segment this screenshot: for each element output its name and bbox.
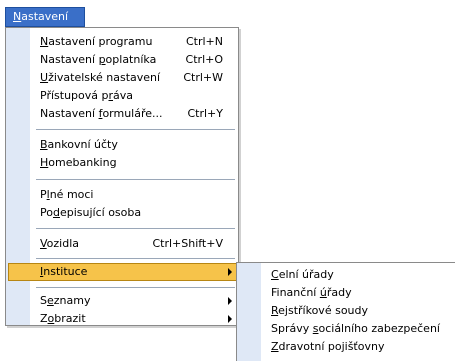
menu-separator bbox=[36, 228, 235, 229]
menu-item-shortcut: Ctrl+Shift+V bbox=[152, 237, 223, 250]
menu-title-rest: astavení bbox=[21, 10, 69, 23]
submenu-arrow-icon bbox=[228, 315, 232, 323]
menu-separator bbox=[36, 129, 235, 130]
menu-item-label: Homebanking bbox=[40, 156, 117, 169]
submenu-item-financni-urady[interactable]: Finanční úřady bbox=[239, 284, 453, 302]
submenu-item-label: Finanční úřady bbox=[271, 286, 352, 299]
submenu-arrow-icon bbox=[228, 297, 232, 305]
submenu-item-celni-urady[interactable]: Celní úřady bbox=[239, 266, 453, 284]
menu-item-label: Zobrazit bbox=[40, 312, 86, 325]
menu-item-podepisujici-osoba[interactable]: Podepisující osoba bbox=[8, 204, 237, 222]
menu-item-label: Bankovní účty bbox=[40, 138, 118, 151]
menu-item-nastaveni-programu[interactable]: Nastavení programu Ctrl+N bbox=[8, 33, 237, 51]
menu-separator bbox=[36, 258, 235, 259]
submenu-item-label: Rejstříkové soudy bbox=[271, 304, 369, 317]
menu-item-label: Vozidla bbox=[40, 237, 80, 250]
menu-separator bbox=[36, 287, 235, 288]
menu-item-zobrazit[interactable]: Zobrazit bbox=[8, 310, 237, 328]
submenu-item-zdravotni-pojistovny[interactable]: Zdravotní pojišťovny bbox=[239, 338, 453, 356]
menu-item-label: Přístupová práva bbox=[40, 89, 134, 102]
menu-item-label: Podepisující osoba bbox=[40, 206, 142, 219]
nastaveni-dropdown-menu: Nastavení programu Ctrl+N Nastavení popl… bbox=[5, 27, 239, 326]
menu-item-seznamy[interactable]: Seznamy bbox=[8, 292, 237, 310]
submenu-item-label: Celní úřady bbox=[271, 268, 334, 281]
menu-item-homebanking[interactable]: Homebanking bbox=[8, 154, 237, 172]
submenu-item-rejstrikove-soudy[interactable]: Rejstříkové soudy bbox=[239, 302, 453, 320]
menu-title-mnemonic: N bbox=[13, 10, 22, 23]
menu-item-label: Nastavení programu bbox=[40, 35, 153, 48]
menu-item-instituce[interactable]: Instituce bbox=[8, 263, 237, 281]
menu-separator bbox=[36, 179, 235, 180]
menu-item-label: Seznamy bbox=[40, 294, 91, 307]
menu-item-vozidla[interactable]: Vozidla Ctrl+Shift+V bbox=[8, 235, 237, 253]
menu-item-label: Plné moci bbox=[40, 188, 94, 201]
instituce-submenu: Celní úřady Finanční úřady Rejstříkové s… bbox=[236, 262, 455, 361]
submenu-item-label: Zdravotní pojišťovny bbox=[271, 340, 385, 353]
menu-item-plne-moci[interactable]: Plné moci bbox=[8, 186, 237, 204]
menu-item-uzivatelske-nastaveni[interactable]: Uživatelské nastavení Ctrl+W bbox=[8, 69, 237, 87]
menu-item-label: Instituce bbox=[40, 265, 88, 278]
menu-item-nastaveni-poplatnika[interactable]: Nastavení poplatníka Ctrl+O bbox=[8, 51, 237, 69]
menu-item-label: Uživatelské nastavení bbox=[40, 71, 161, 84]
menu-item-shortcut: Ctrl+O bbox=[185, 53, 223, 66]
menu-item-shortcut: Ctrl+Y bbox=[187, 107, 223, 120]
menu-item-shortcut: Ctrl+W bbox=[183, 71, 223, 84]
submenu-arrow-icon bbox=[228, 268, 232, 276]
menu-item-nastaveni-formulare[interactable]: Nastavení formuláře... Ctrl+Y bbox=[8, 105, 237, 123]
menu-item-bankovni-ucty[interactable]: Bankovní účty bbox=[8, 136, 237, 154]
menu-item-label: Nastavení formuláře... bbox=[40, 107, 163, 120]
menu-nastaveni-title[interactable]: Nastavení bbox=[5, 7, 85, 27]
menu-item-shortcut: Ctrl+N bbox=[185, 35, 223, 48]
submenu-item-label: Správy sociálního zabezpečení bbox=[271, 322, 440, 335]
submenu-item-spravy-socialniho-zabezpeceni[interactable]: Správy sociálního zabezpečení bbox=[239, 320, 453, 338]
menu-item-label: Nastavení poplatníka bbox=[40, 53, 157, 66]
menu-item-pristupova-prava[interactable]: Přístupová práva bbox=[8, 87, 237, 105]
